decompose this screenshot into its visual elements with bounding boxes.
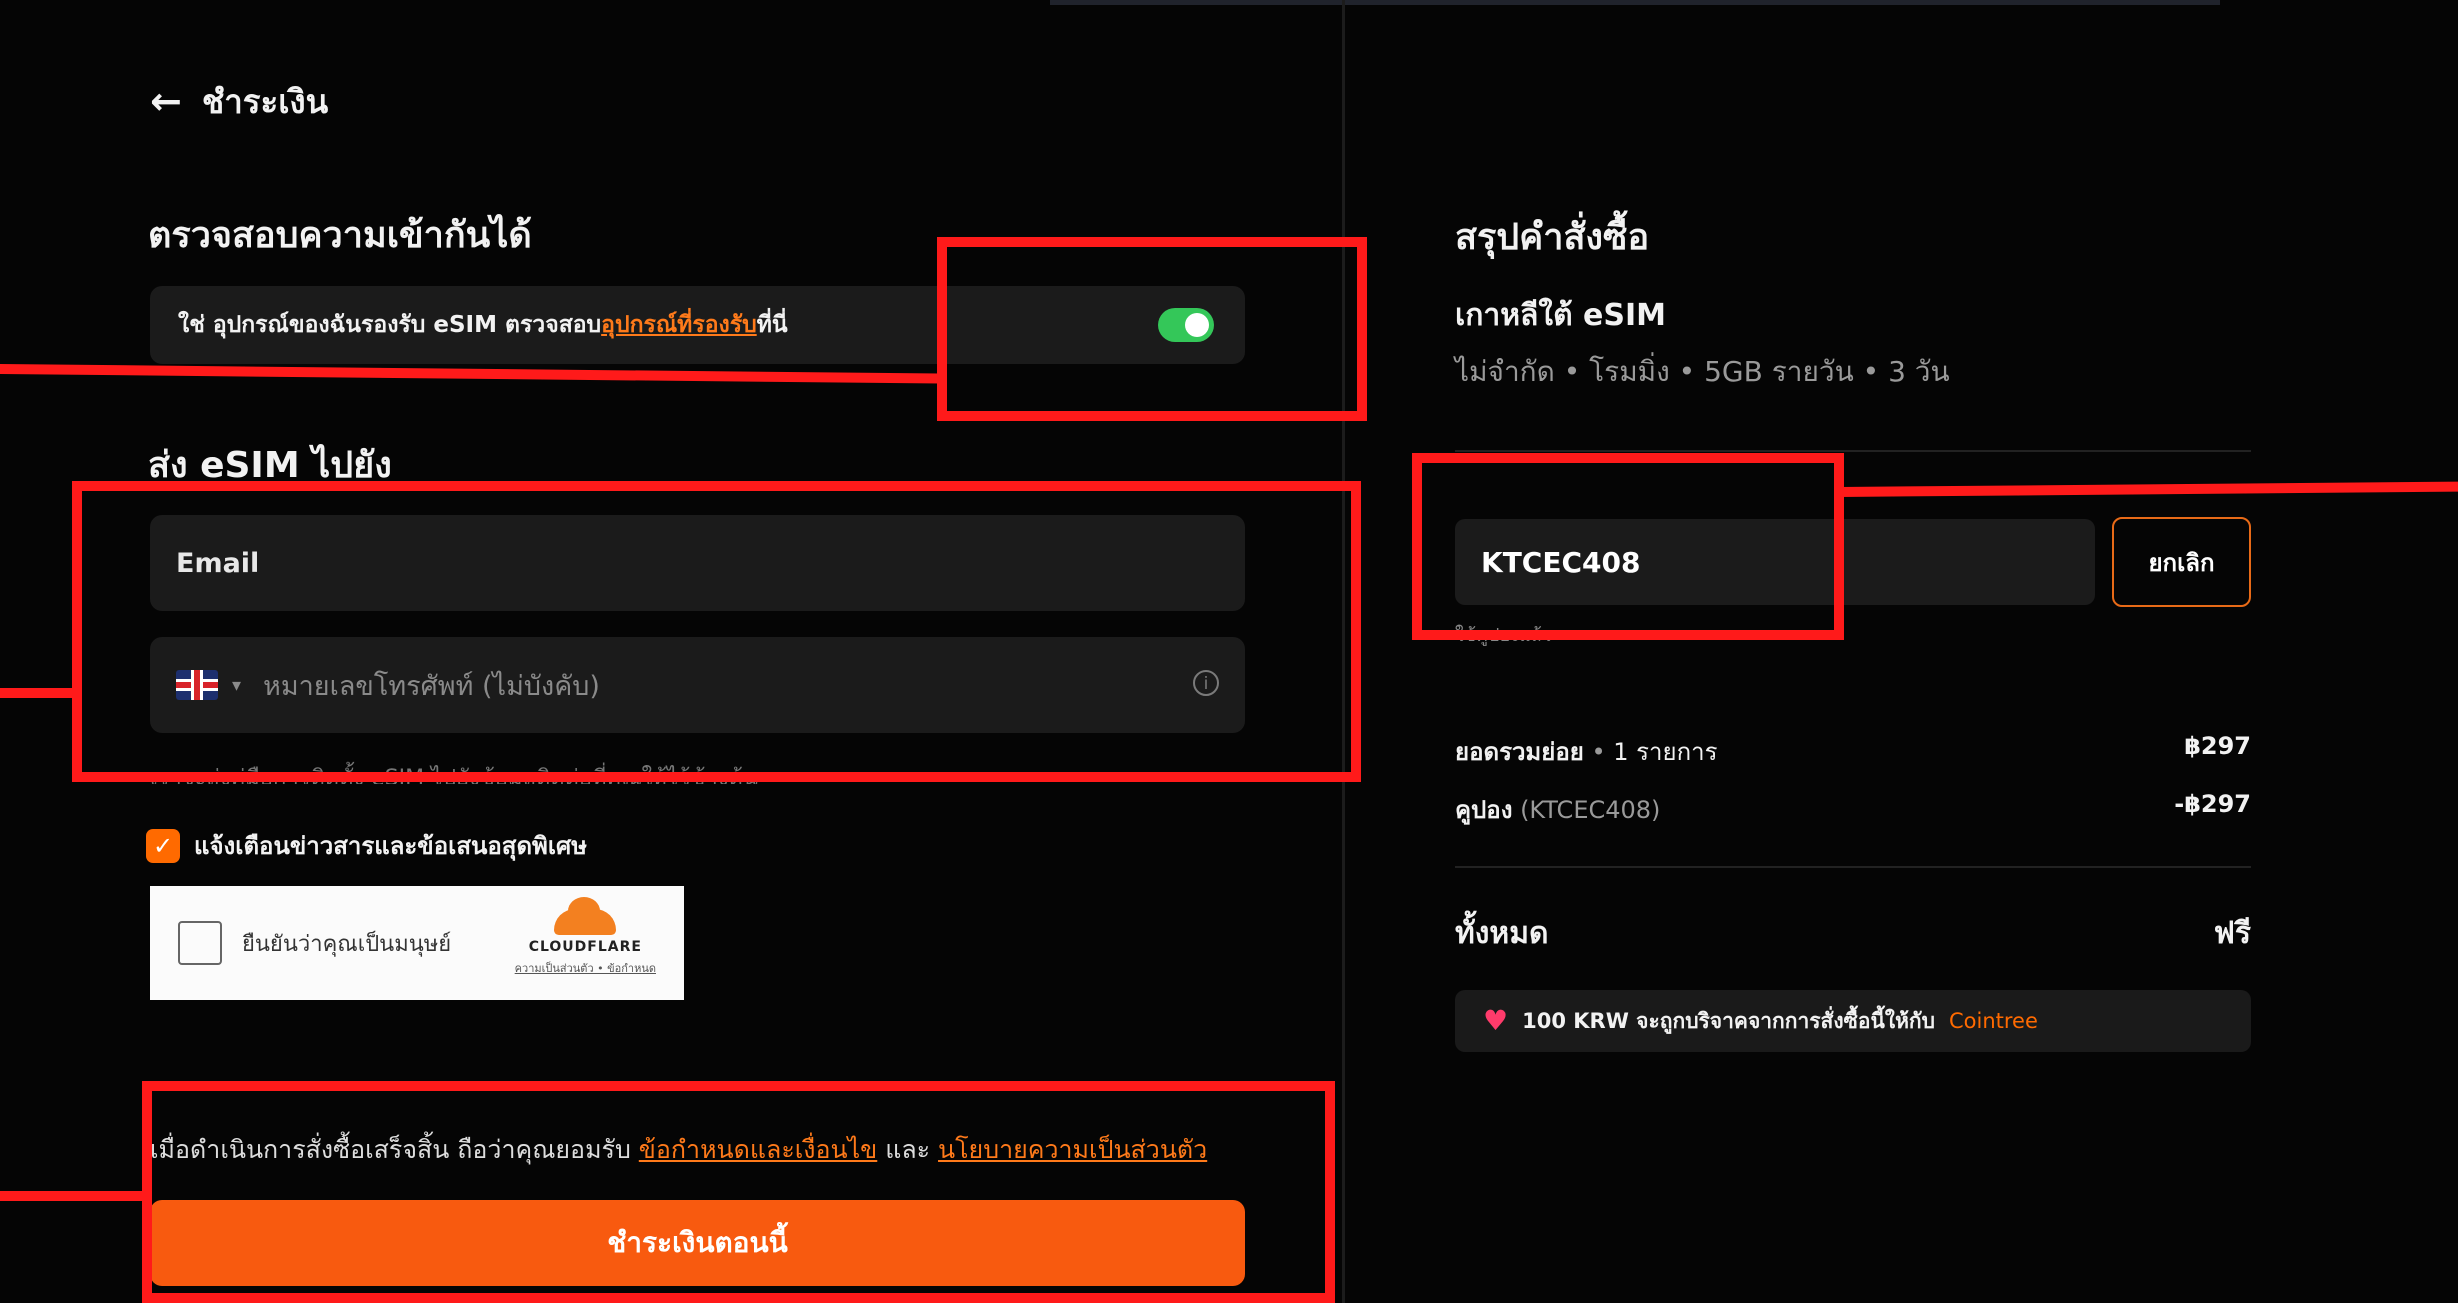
annotation-box: [142, 1081, 1335, 1303]
coupon-row: คูปอง (KTCEC408) -฿297: [1455, 790, 2251, 829]
donation-brand: Cointree: [1948, 1009, 2038, 1033]
total-label: ทั้งหมด: [1455, 916, 1549, 951]
compatibility-text-after: ที่นี่: [756, 312, 788, 338]
product-name: เกาหลีใต้ eSIM: [1455, 298, 1666, 333]
cloudflare-brand: CLOUDFLARE: [528, 939, 642, 955]
top-strip: [1050, 0, 2220, 5]
check-icon[interactable]: ✓: [146, 828, 180, 863]
captcha-checkbox[interactable]: [178, 921, 222, 965]
donation-text: 100 KRW จะถูกบริจาคจากการสั่งซื้อนี้ให้ก…: [1522, 1008, 1935, 1033]
annotation-line: [0, 1191, 145, 1201]
divider: [1455, 450, 2251, 452]
coupon-discount: -฿297: [2174, 790, 2251, 818]
annotation-box: [72, 481, 1361, 782]
arrow-left-icon: ←: [150, 79, 182, 123]
annotation-line: [1840, 481, 2458, 497]
total-value: ฟรี: [2213, 916, 2251, 951]
subtotal-label: ยอดรวมย่อย: [1455, 738, 1584, 766]
total-row: ทั้งหมด ฟรี: [1455, 910, 2251, 957]
compatibility-title: ตรวจสอบความเข้ากันได้: [148, 215, 532, 256]
coupon-label: คูปอง: [1455, 796, 1513, 824]
order-summary-title: สรุปคำสั่งซื้อ: [1455, 217, 1650, 258]
heart-icon: ♥: [1483, 1004, 1509, 1037]
compatibility-text: ใช่ อุปกรณ์ของฉันรองรับ eSIM ตรวจสอบ: [178, 312, 602, 338]
newsletter-checkbox[interactable]: ✓ แจ้งเตือนข่าวสารและข้อเสนอสุดพิเศษ: [146, 826, 587, 865]
captcha-label: ยืนยันว่าคุณเป็นมนุษย์: [242, 931, 452, 957]
back-button[interactable]: ← ชำระเงิน: [150, 78, 328, 124]
divider: [1455, 866, 2251, 868]
annotation-line: [0, 364, 940, 384]
donation-banner: ♥ 100 KRW จะถูกบริจาคจากการสั่งซื้อนี้ให…: [1455, 990, 2251, 1052]
subtotal-row: ยอดรวมย่อย • 1 รายการ ฿297: [1455, 732, 2251, 771]
annotation-box: [937, 237, 1367, 421]
coupon-code-paren: (KTCEC408): [1520, 796, 1661, 824]
captcha-widget: ยืนยันว่าคุณเป็นมนุษย์ CLOUDFLARE ความเป…: [150, 886, 684, 1000]
captcha-links[interactable]: ความเป็นส่วนตัว • ข้อกำหนด: [515, 959, 656, 977]
subtotal-value: ฿297: [2184, 732, 2251, 760]
cancel-coupon-button[interactable]: ยกเลิก: [2112, 517, 2251, 607]
supported-devices-link[interactable]: อุปกรณ์ที่รองรับ: [601, 307, 757, 343]
back-label: ชำระเงิน: [201, 81, 329, 121]
cloudflare-logo: CLOUDFLARE ความเป็นส่วนตัว • ข้อกำหนด: [515, 897, 656, 977]
newsletter-label: แจ้งเตือนข่าวสารและข้อเสนอสุดพิเศษ: [194, 832, 588, 860]
product-description: ไม่จำกัด • โรมมิ่ง • 5GB รายวัน • 3 วัน: [1455, 355, 1950, 388]
annotation-line: [0, 688, 74, 698]
cloud-icon: [554, 897, 617, 935]
annotation-box: [1412, 453, 1844, 640]
subtotal-items: 1 รายการ: [1613, 738, 1718, 766]
